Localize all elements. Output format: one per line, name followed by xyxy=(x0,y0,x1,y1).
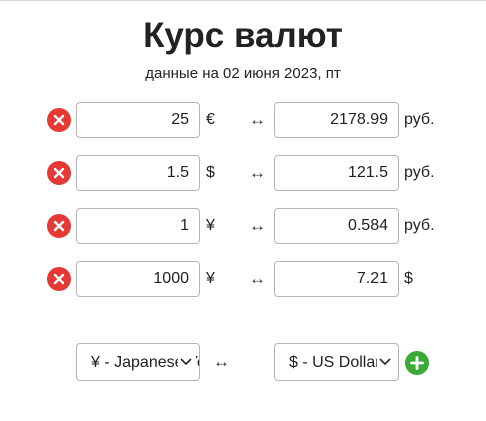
remove-row-button[interactable] xyxy=(47,214,71,238)
currency-converter-page: Курс валют данные на 02 июня 2023, пт € … xyxy=(0,0,486,421)
close-icon xyxy=(53,167,65,179)
from-currency-symbol: $ xyxy=(206,164,215,181)
result-input[interactable] xyxy=(274,208,399,244)
conversion-row: € ↔ руб. xyxy=(0,101,486,139)
remove-row-button[interactable] xyxy=(47,108,71,132)
conversion-row: ¥ ↔ $ xyxy=(0,260,486,298)
left-right-arrow-icon: ↔ xyxy=(249,216,266,235)
rates-date: данные на 02 июня 2023, пт xyxy=(145,65,341,82)
left-right-arrow-icon: ↔ xyxy=(249,163,266,182)
result-input[interactable] xyxy=(274,102,399,138)
page-title: Курс валют xyxy=(143,16,343,55)
left-right-arrow-icon: ↔ xyxy=(249,110,266,129)
close-icon xyxy=(53,114,65,126)
from-currency-symbol: ¥ xyxy=(206,270,215,287)
conversion-row: $ ↔ руб. xyxy=(0,154,486,192)
from-currency-symbol: ¥ xyxy=(206,217,215,234)
result-input[interactable] xyxy=(274,155,399,191)
amount-input[interactable] xyxy=(76,208,200,244)
to-currency-symbol: руб. xyxy=(404,217,435,234)
left-right-arrow-icon: ↔ xyxy=(249,269,266,288)
close-icon xyxy=(53,220,65,232)
to-currency-symbol: $ xyxy=(404,270,413,287)
to-currency-symbol: руб. xyxy=(404,164,435,181)
to-currency-symbol: руб. xyxy=(404,111,435,128)
to-currency-select[interactable]: $ - US Dollar xyxy=(274,343,399,381)
amount-input[interactable] xyxy=(76,102,200,138)
plus-icon xyxy=(410,356,424,370)
chevron-down-icon xyxy=(377,344,395,380)
from-currency-symbol: € xyxy=(206,111,215,128)
close-icon xyxy=(53,273,65,285)
result-input[interactable] xyxy=(274,261,399,297)
remove-row-button[interactable] xyxy=(47,161,71,185)
remove-row-button[interactable] xyxy=(47,267,71,291)
left-right-arrow-icon: ↔ xyxy=(213,352,230,371)
from-currency-select[interactable]: ¥ - Japanese Yen xyxy=(76,343,200,381)
top-divider xyxy=(0,0,486,1)
amount-input[interactable] xyxy=(76,155,200,191)
add-pair-button[interactable] xyxy=(405,351,429,375)
amount-input[interactable] xyxy=(76,261,200,297)
conversion-row: ¥ ↔ руб. xyxy=(0,207,486,245)
to-currency-selected: $ - US Dollar xyxy=(289,354,381,371)
chevron-down-icon xyxy=(178,344,196,380)
